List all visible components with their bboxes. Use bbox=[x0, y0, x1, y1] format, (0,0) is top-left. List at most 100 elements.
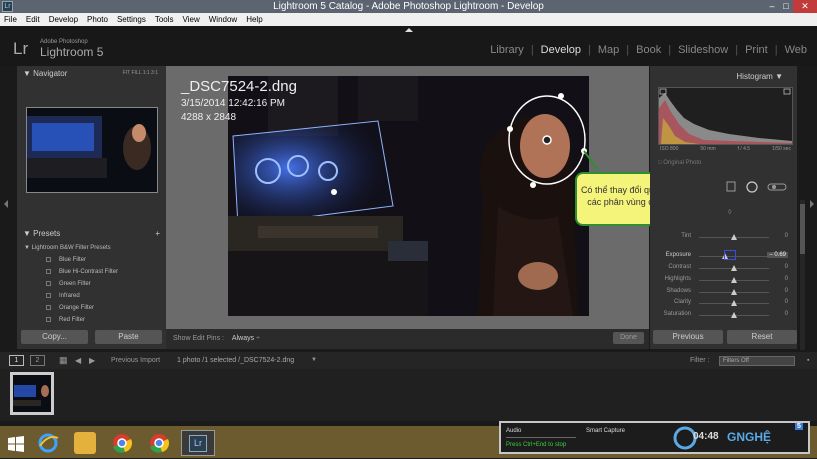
saturation-slider[interactable]: Saturation 0 bbox=[654, 311, 788, 321]
module-library[interactable]: Library bbox=[490, 44, 524, 56]
reset-button[interactable]: Reset bbox=[727, 330, 797, 344]
slider-label: Shadows bbox=[666, 288, 691, 294]
copy-button[interactable]: Copy... bbox=[21, 330, 88, 344]
slider-knob[interactable] bbox=[731, 300, 737, 306]
show-edit-pins-select[interactable]: Always bbox=[232, 335, 254, 342]
done-button[interactable]: Done bbox=[613, 332, 644, 344]
clarity-slider[interactable]: Clarity 0 bbox=[654, 299, 788, 309]
right-panel-scrollbar[interactable] bbox=[800, 200, 805, 350]
collapse-left-arrow-icon[interactable] bbox=[4, 200, 8, 208]
slider-knob[interactable] bbox=[731, 312, 737, 318]
audio-label[interactable]: Audio bbox=[506, 428, 576, 438]
exposure-slider[interactable]: Exposure – 0.69 bbox=[654, 250, 788, 262]
filter-select[interactable]: Filters Off bbox=[719, 356, 795, 366]
title-bar: Lr Lightroom 5 Catalog - Adobe Photoshop… bbox=[0, 0, 817, 13]
navigator-preview[interactable] bbox=[26, 107, 158, 193]
photo-datetime: 3/15/2014 12:42:16 PM bbox=[181, 98, 285, 109]
preset-item[interactable]: Blue Filter bbox=[24, 254, 164, 266]
add-preset-icon[interactable]: + bbox=[155, 227, 160, 240]
windows-start-icon[interactable] bbox=[8, 436, 24, 452]
menu-settings[interactable]: Settings bbox=[117, 13, 146, 26]
presets-header[interactable]: ▼ Presets + bbox=[19, 227, 164, 240]
preset-folder[interactable]: ▼ Lightroom B&W Filter Presets bbox=[24, 242, 164, 254]
monitor-2-button[interactable]: 2 bbox=[30, 355, 45, 366]
maximize-button[interactable]: □ bbox=[779, 0, 793, 13]
red-eye-tool-icon[interactable] bbox=[726, 181, 736, 192]
slider-knob[interactable] bbox=[731, 265, 737, 271]
filter-lock-icon[interactable]: ▪ bbox=[807, 352, 809, 369]
original-photo-checkbox[interactable]: □ Original Photo bbox=[658, 160, 701, 166]
dropdown-arrow-icon[interactable]: ▼ bbox=[311, 352, 317, 369]
lightroom-app-icon[interactable]: Lr bbox=[2, 1, 13, 12]
forward-arrow-icon[interactable]: ▶ bbox=[89, 352, 95, 369]
histogram[interactable] bbox=[658, 87, 793, 145]
slider-value[interactable]: – 0.69 bbox=[767, 252, 788, 258]
brand-text: GNGHỆ bbox=[727, 430, 772, 444]
histogram-header[interactable]: Histogram ▼ bbox=[650, 70, 797, 83]
focal-length: 50 mm bbox=[700, 146, 716, 152]
preset-icon bbox=[46, 292, 51, 298]
preset-item[interactable]: Blue Hi-Contrast Filter bbox=[24, 266, 164, 278]
brand-watermark: 04:48 GNGHỆ 5 bbox=[673, 423, 803, 451]
menu-photo[interactable]: Photo bbox=[87, 13, 108, 26]
smart-capture-label[interactable]: Smart Capture bbox=[586, 428, 625, 434]
collapse-top-arrow-icon[interactable] bbox=[405, 28, 413, 32]
back-arrow-icon[interactable]: ◀ bbox=[75, 352, 81, 369]
menu-develop[interactable]: Develop bbox=[49, 13, 78, 26]
tint-slider[interactable]: Tint 0 bbox=[654, 233, 788, 243]
menu-view[interactable]: View bbox=[183, 13, 200, 26]
slider-knob[interactable] bbox=[731, 289, 737, 295]
module-slideshow[interactable]: Slideshow bbox=[678, 44, 728, 56]
module-develop[interactable]: Develop bbox=[541, 44, 581, 56]
recorder-time: 04:48 bbox=[693, 431, 719, 442]
menu-help[interactable]: Help bbox=[246, 13, 262, 26]
highlight-clipping-icon[interactable] bbox=[783, 88, 791, 95]
filmstrip bbox=[0, 369, 817, 421]
paste-button[interactable]: Paste bbox=[95, 330, 162, 344]
grid-view-icon[interactable]: ▦ bbox=[59, 352, 68, 369]
preset-icon bbox=[46, 280, 51, 286]
navigator-zoom-options[interactable]: FIT FILL 1:1 3:1 bbox=[123, 67, 158, 80]
collapse-right-arrow-icon[interactable] bbox=[810, 200, 814, 208]
menu-file[interactable]: File bbox=[4, 13, 17, 26]
shadows-slider[interactable]: Shadows 0 bbox=[654, 288, 788, 298]
chrome-canary-icon[interactable] bbox=[148, 432, 170, 454]
navigator-header[interactable]: ▼ Navigator FIT FILL 1:1 3:1 bbox=[19, 67, 164, 80]
slider-knob[interactable] bbox=[731, 277, 737, 283]
module-map[interactable]: Map bbox=[598, 44, 619, 56]
preset-icon bbox=[46, 316, 51, 322]
preset-item[interactable]: Infrared bbox=[24, 290, 164, 302]
minimize-button[interactable]: – bbox=[765, 0, 779, 13]
adjustment-brush-tool-icon[interactable] bbox=[767, 183, 787, 191]
shutter-speed: 1/50 sec bbox=[772, 146, 791, 152]
preset-item[interactable]: Green Filter bbox=[24, 278, 164, 290]
monitor-1-button[interactable]: 1 bbox=[9, 355, 24, 366]
module-web[interactable]: Web bbox=[785, 44, 807, 56]
close-button[interactable]: ✕ bbox=[793, 0, 817, 13]
preset-item[interactable]: Red Filter bbox=[24, 314, 164, 326]
module-picker: Library | Develop | Map | Book | Slideshow | … bbox=[490, 44, 807, 56]
slider-label: Clarity bbox=[673, 299, 691, 305]
contrast-slider[interactable]: Contrast 0 bbox=[654, 264, 788, 274]
file-explorer-icon[interactable] bbox=[74, 432, 96, 454]
previous-button[interactable]: Previous bbox=[653, 330, 723, 344]
scrollbar-thumb[interactable] bbox=[800, 204, 805, 254]
menu-window[interactable]: Window bbox=[209, 13, 237, 26]
brand-badge: 5 bbox=[795, 423, 803, 430]
filmstrip-thumbnail[interactable] bbox=[10, 372, 54, 415]
chrome-icon[interactable] bbox=[111, 432, 133, 454]
previous-import-source[interactable]: Previous Import bbox=[111, 352, 160, 369]
lightroom-taskbar-button[interactable]: Lr bbox=[181, 430, 215, 456]
internet-explorer-icon[interactable] bbox=[37, 432, 59, 454]
slider-knob[interactable] bbox=[731, 234, 737, 240]
module-book[interactable]: Book bbox=[636, 44, 661, 56]
menu-tools[interactable]: Tools bbox=[155, 13, 174, 26]
radial-filter-tool-icon[interactable] bbox=[746, 181, 758, 193]
preset-item[interactable]: Orange Filter bbox=[24, 302, 164, 314]
module-print[interactable]: Print bbox=[745, 44, 768, 56]
preset-icon bbox=[46, 268, 51, 274]
menu-edit[interactable]: Edit bbox=[26, 13, 40, 26]
selection-info[interactable]: 1 photo /1 selected /_DSC7524-2.dng bbox=[177, 352, 294, 369]
show-edit-pins-label: Show Edit Pins : bbox=[173, 335, 224, 342]
highlights-slider[interactable]: Highlights 0 bbox=[654, 276, 788, 286]
